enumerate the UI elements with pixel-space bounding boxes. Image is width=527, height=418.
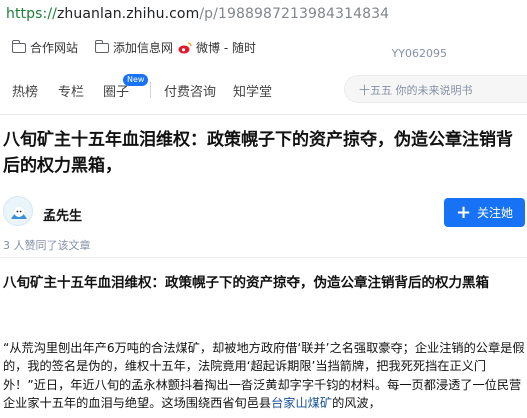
search-placeholder: 十五五 你的未来说明书	[359, 84, 473, 97]
bookmark-weibo[interactable]: 微博 - 随时	[178, 39, 256, 56]
follow-label: 关注她	[477, 206, 514, 220]
bookmarks-bar: 合作网站 添加信息网 微博 - 随时 YY062095	[0, 30, 527, 65]
weibo-icon	[178, 41, 192, 53]
article-paragraph: “从荒沟里刨出年产6万吨的合法煤矿，却被地方政府借‘联并’之名强取豪夺；企业注销…	[3, 339, 525, 413]
nav-hot[interactable]: 热榜	[12, 81, 38, 100]
watermark-text: YY062095	[391, 47, 447, 60]
folder-icon	[12, 40, 26, 53]
inline-link[interactable]: 台家山煤矿	[271, 396, 332, 410]
url-scheme: https://	[6, 6, 57, 22]
likes-count[interactable]: 3 人赞同了该文章	[3, 237, 91, 253]
avatar-image	[11, 207, 27, 219]
divider	[0, 257, 527, 258]
url-host: zhuanlan.zhihu.com	[56, 6, 200, 22]
article-title: 八旬矿主十五年血泪维权：政策幌子下的资产掠夺，伪造公章注销背后的权力黑箱，	[3, 130, 513, 176]
bookmark-partner-sites[interactable]: 合作网站	[12, 39, 78, 56]
plus-icon: +	[455, 201, 472, 223]
nav-column[interactable]: 专栏	[58, 81, 84, 100]
folder-icon	[95, 40, 109, 53]
address-bar[interactable]: https://zhuanlan.zhihu.com/p/19889872139…	[0, 0, 527, 31]
author-name[interactable]: 孟先生	[43, 205, 82, 224]
bookmark-label: 微博 - 随时	[196, 41, 256, 55]
paragraph-text: “从荒沟里刨出年产6万吨的合法煤矿，却被地方政府借‘联并’之名强取豪夺；企业注销…	[3, 341, 525, 411]
url-path: /p/1988987213984314834	[199, 6, 390, 22]
bookmark-add-info[interactable]: 添加信息网	[95, 39, 173, 56]
nav-knowledge-school[interactable]: 知学堂	[233, 81, 272, 100]
site-nav: 热榜 专栏 圈子 New 付费咨询 知学堂 十五五 你的未来说明书	[0, 64, 527, 115]
avatar[interactable]	[3, 196, 33, 226]
follow-button[interactable]: + 关注她	[444, 198, 525, 227]
bookmark-label: 添加信息网	[113, 41, 174, 55]
article-heading: 八旬矿主十五年血泪维权：政策幌子下的资产掠夺，伪造公章注销背后的权力黑箱	[3, 275, 489, 291]
nav-paid-consult[interactable]: 付费咨询	[164, 81, 216, 100]
nav-divider	[150, 82, 151, 98]
search-input[interactable]: 十五五 你的未来说明书	[344, 75, 527, 103]
paragraph-text-end: 的风波，	[332, 396, 381, 411]
url-text[interactable]: https://zhuanlan.zhihu.com/p/19889872139…	[6, 6, 389, 22]
bookmark-label: 合作网站	[30, 41, 79, 55]
new-badge: New	[123, 74, 149, 86]
